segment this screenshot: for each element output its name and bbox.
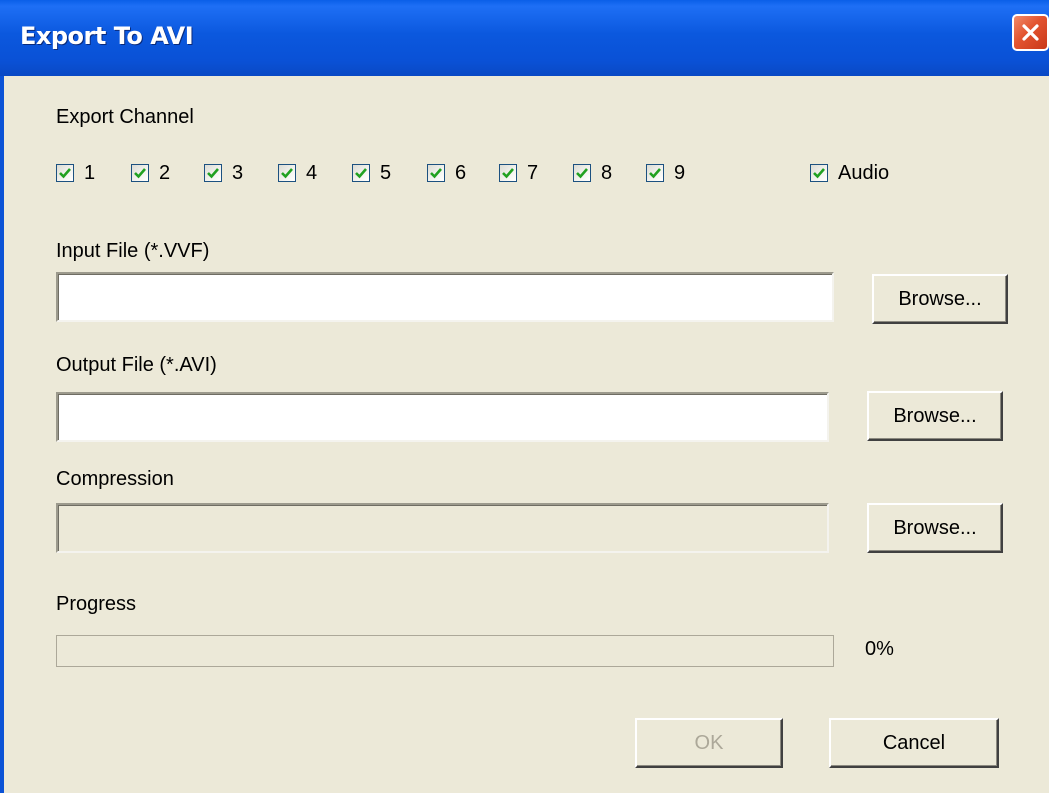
channel-8-checkbox[interactable]: 8 bbox=[573, 162, 612, 184]
compression-field bbox=[56, 503, 829, 553]
channel-9-checkbox[interactable]: 9 bbox=[646, 162, 685, 184]
channel-8-label: 8 bbox=[601, 161, 613, 184]
channel-1-checkbox[interactable]: 1 bbox=[56, 162, 95, 184]
channel-3-label: 3 bbox=[232, 161, 244, 184]
export-channel-label: Export Channel bbox=[56, 106, 194, 128]
progress-percent: 0% bbox=[865, 638, 894, 660]
channel-2-checkbox[interactable]: 2 bbox=[131, 162, 170, 184]
compression-browse-button[interactable]: Browse... bbox=[867, 503, 1003, 553]
checkbox-box[interactable] bbox=[427, 164, 445, 182]
export-dialog: Export To AVI Export Channel 1 2 3 4 5 6… bbox=[0, 0, 1049, 793]
title-bar[interactable]: Export To AVI bbox=[0, 0, 1049, 76]
output-file-label: Output File (*.AVI) bbox=[56, 354, 217, 376]
channel-2-label: 2 bbox=[159, 161, 171, 184]
channel-7-label: 7 bbox=[527, 161, 539, 184]
channel-7-checkbox[interactable]: 7 bbox=[499, 162, 538, 184]
checkbox-box[interactable] bbox=[810, 164, 828, 182]
checkbox-box[interactable] bbox=[278, 164, 296, 182]
channel-9-label: 9 bbox=[674, 161, 686, 184]
output-browse-button[interactable]: Browse... bbox=[867, 391, 1003, 441]
audio-label: Audio bbox=[838, 161, 890, 184]
cancel-button[interactable]: Cancel bbox=[829, 718, 999, 768]
checkbox-box[interactable] bbox=[646, 164, 664, 182]
channel-4-label: 4 bbox=[306, 161, 318, 184]
channel-4-checkbox[interactable]: 4 bbox=[278, 162, 317, 184]
output-file-field[interactable] bbox=[56, 392, 829, 442]
channel-1-label: 1 bbox=[84, 161, 96, 184]
input-browse-button[interactable]: Browse... bbox=[872, 274, 1008, 324]
progress-bar bbox=[56, 635, 834, 667]
audio-checkbox[interactable]: Audio bbox=[810, 162, 889, 184]
window-title: Export To AVI bbox=[20, 22, 194, 50]
input-file-field[interactable] bbox=[56, 272, 834, 322]
checkbox-box[interactable] bbox=[352, 164, 370, 182]
checkbox-box[interactable] bbox=[204, 164, 222, 182]
checkbox-box[interactable] bbox=[499, 164, 517, 182]
progress-label: Progress bbox=[56, 593, 137, 615]
checkbox-box[interactable] bbox=[131, 164, 149, 182]
ok-button[interactable]: OK bbox=[635, 718, 783, 768]
window-border bbox=[0, 76, 4, 793]
channel-5-checkbox[interactable]: 5 bbox=[352, 162, 391, 184]
channel-5-label: 5 bbox=[380, 161, 392, 184]
compression-label: Compression bbox=[56, 468, 174, 490]
checkbox-box[interactable] bbox=[573, 164, 591, 182]
channel-6-label: 6 bbox=[455, 161, 467, 184]
checkbox-box[interactable] bbox=[56, 164, 74, 182]
channel-3-checkbox[interactable]: 3 bbox=[204, 162, 243, 184]
close-button[interactable] bbox=[1012, 14, 1049, 51]
input-file-label: Input File (*.VVF) bbox=[56, 240, 210, 262]
channel-6-checkbox[interactable]: 6 bbox=[427, 162, 466, 184]
